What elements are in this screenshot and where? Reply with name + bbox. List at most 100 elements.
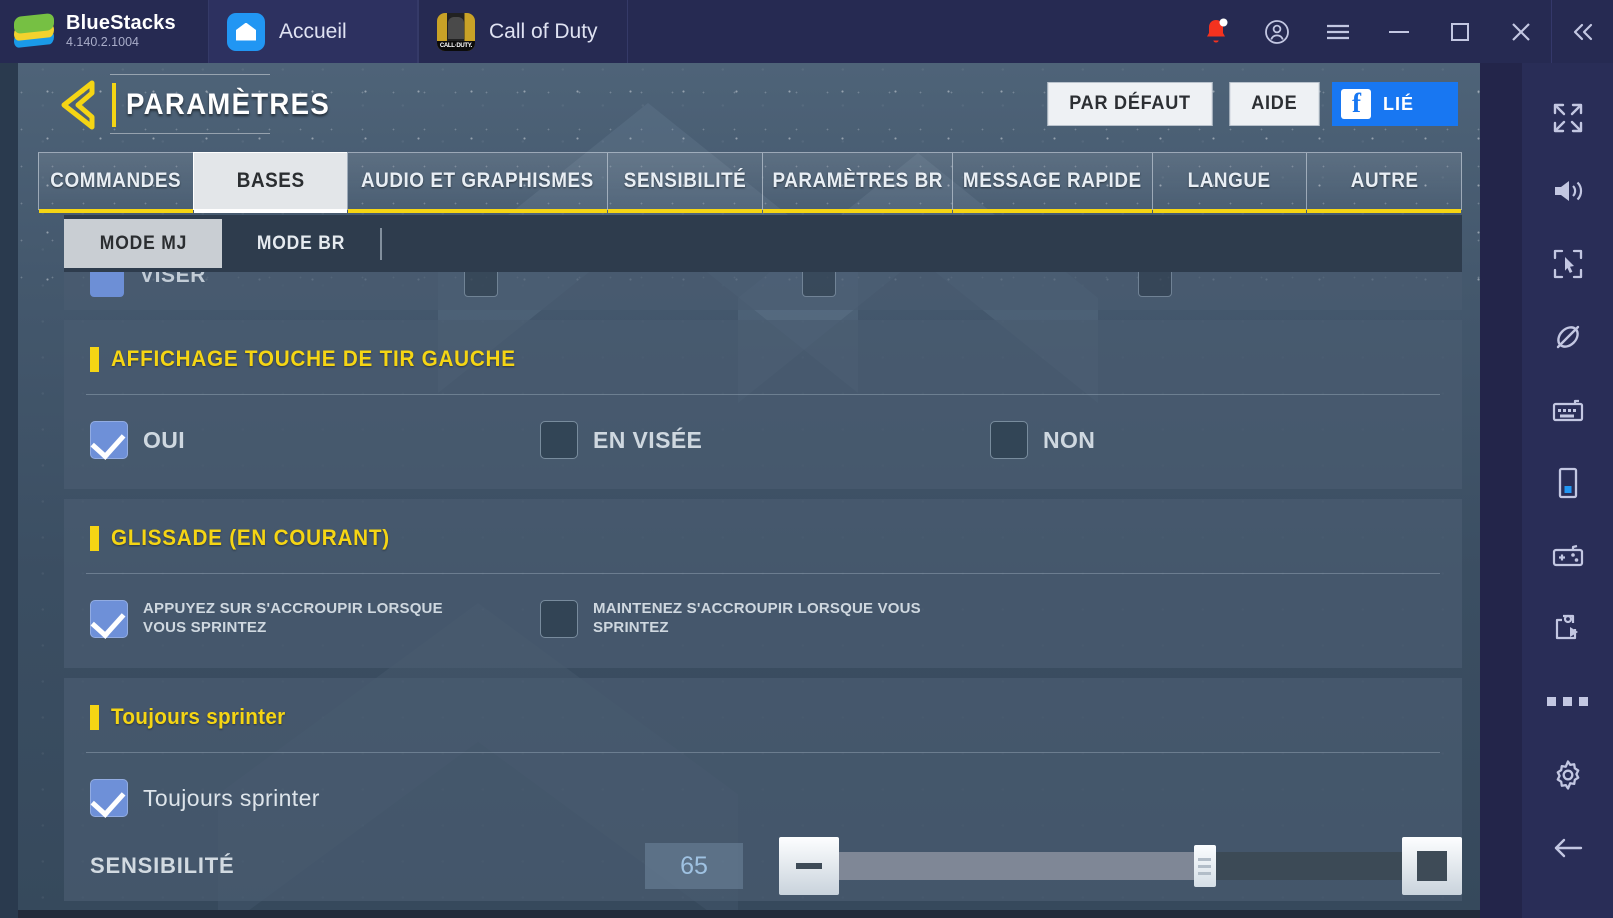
section-options: OUI EN VISÉE NON [64, 395, 1462, 489]
tab-label: COMMANDES [50, 169, 182, 192]
slider-increment-button[interactable] [1402, 837, 1462, 895]
checkbox-viser-option-4[interactable] [1138, 272, 1172, 297]
option-toujours-sprinter[interactable]: Toujours sprinter [64, 779, 514, 817]
media-manager-icon[interactable] [1522, 592, 1613, 665]
option-oui[interactable]: OUI [64, 421, 514, 459]
tab-label: AUTRE [1350, 169, 1419, 192]
back-chevron-icon[interactable] [56, 79, 102, 131]
section-accent-bar [90, 346, 99, 372]
settings-section-viser-partial: VISER [64, 272, 1462, 310]
more-options-icon[interactable] [1522, 665, 1613, 738]
brand-name: BlueStacks [66, 12, 176, 35]
slider-handle[interactable] [1193, 845, 1216, 887]
option-label: MAINTENEZ S'ACCROUPIR LORSQUE VOUS SPRIN… [593, 600, 921, 636]
settings-section-affichage-touche-tir-gauche: AFFICHAGE TOUCHE DE TIR GAUCHE OUI EN VI… [64, 320, 1462, 489]
rotate-lock-icon[interactable] [1522, 300, 1613, 373]
back-arrow-icon[interactable] [1522, 811, 1613, 884]
cursor-capture-icon[interactable] [1522, 227, 1613, 300]
checkbox-appuyez-accroupir[interactable] [90, 600, 128, 638]
checkbox-en-visee[interactable] [540, 421, 578, 459]
subtab-label: MODE MJ [99, 232, 187, 254]
minimize-icon[interactable] [1368, 0, 1429, 63]
window-tab-accueil[interactable]: Accueil [208, 0, 418, 63]
option-label: OUI [143, 426, 186, 453]
notifications-icon[interactable] [1185, 0, 1246, 63]
section-title: Toujours sprinter [111, 704, 286, 729]
fullscreen-icon[interactable] [1522, 81, 1613, 154]
window-tab-label: Accueil [279, 19, 347, 43]
header-buttons: PAR DÉFAUT AIDE LIÉ [1043, 82, 1458, 126]
option-label: EN VISÉE [593, 426, 703, 453]
tab-audio-et-graphismes[interactable]: AUDIO ET GRAPHISMES [347, 152, 608, 213]
checkbox-oui[interactable] [90, 421, 128, 459]
titlebar: BlueStacks 4.140.2.1004 Accueil CALL·DUT… [0, 0, 1613, 63]
viewport-bottom-bar [18, 910, 1480, 918]
tab-label: LANGUE [1188, 169, 1272, 192]
tab-label: PARAMÈTRES BR [772, 169, 943, 192]
gamepad-icon[interactable] [1522, 519, 1613, 592]
bluestacks-brand: BlueStacks 4.140.2.1004 [0, 0, 208, 63]
section-title-group: GLISSADE (EN COURANT) [64, 499, 1462, 573]
tab-label: BASES [236, 169, 305, 192]
brand-version: 4.140.2.1004 [66, 35, 139, 50]
call-of-duty-icon: CALL·DUTY. [437, 12, 475, 51]
section-options: Toujours sprinter [64, 753, 1462, 831]
subtab-mode-mj[interactable]: MODE MJ [64, 219, 222, 268]
section-accent-bar [90, 525, 99, 551]
option-non[interactable]: NON [964, 421, 1414, 459]
option-label: APPUYEZ SUR S'ACCROUPIR LORSQUE VOUS SPR… [143, 600, 443, 636]
tab-langue[interactable]: LANGUE [1151, 152, 1307, 213]
tab-commandes[interactable]: COMMANDES [38, 152, 193, 213]
keyboard-controls-icon[interactable] [1522, 373, 1613, 446]
checkbox-toujours-sprinter[interactable] [90, 779, 128, 817]
section-title: GLISSADE (EN COURANT) [111, 525, 390, 550]
close-icon[interactable] [1490, 0, 1551, 63]
tab-autre[interactable]: AUTRE [1306, 152, 1462, 213]
section-title-group: Toujours sprinter [64, 678, 1462, 752]
tab-message-rapide[interactable]: MESSAGE RAPIDE [952, 152, 1152, 213]
settings-gear-icon[interactable] [1522, 738, 1613, 811]
minus-icon [796, 863, 822, 869]
collapse-sidebar-icon[interactable] [1552, 0, 1613, 63]
option-label: NON [1043, 426, 1096, 453]
viser-row: VISER [64, 272, 1462, 310]
default-button[interactable]: PAR DÉFAUT [1047, 82, 1214, 126]
account-icon[interactable] [1246, 0, 1307, 63]
more-dots [1547, 697, 1588, 706]
bluestacks-window: BlueStacks 4.140.2.1004 Accueil CALL·DUT… [0, 0, 1613, 918]
hamburger-menu-icon[interactable] [1307, 0, 1368, 63]
option-en-visee[interactable]: EN VISÉE [514, 421, 964, 459]
facebook-link-button[interactable]: LIÉ [1332, 82, 1458, 126]
maximize-icon[interactable] [1429, 0, 1490, 63]
settings-header: PARAMÈTRES PAR DÉFAUT AIDE LIÉ [18, 63, 1480, 149]
facebook-link-label: LIÉ [1383, 93, 1415, 114]
checkbox-viser[interactable] [90, 272, 124, 297]
option-label: Toujours sprinter [143, 784, 320, 811]
bluestacks-logo-icon [14, 12, 54, 52]
device-screen-icon[interactable] [1522, 446, 1613, 519]
option-appuyez-accroupir[interactable]: APPUYEZ SUR S'ACCROUPIR LORSQUE VOUS SPR… [64, 600, 514, 638]
window-tab-label: Call of Duty [489, 19, 598, 43]
checkbox-viser-option-3[interactable] [802, 272, 836, 297]
help-button[interactable]: AIDE [1229, 82, 1320, 126]
volume-icon[interactable] [1522, 154, 1613, 227]
tab-bases[interactable]: BASES [192, 152, 348, 213]
viser-label: VISER [140, 272, 207, 287]
checkbox-non[interactable] [990, 421, 1028, 459]
home-icon [227, 12, 265, 51]
sensibilite-slider-row: SENSIBILITÉ 65 [64, 831, 1462, 901]
tab-parametres-br[interactable]: PARAMÈTRES BR [761, 152, 953, 213]
plus-icon [1417, 851, 1447, 881]
section-accent-bar [90, 704, 99, 730]
checkbox-maintenez-accroupir[interactable] [540, 600, 578, 638]
subtab-mode-br[interactable]: MODE BR [222, 215, 380, 272]
checkbox-viser-option-2[interactable] [464, 272, 498, 297]
tab-sensibilite[interactable]: SENSIBILITÉ [607, 152, 762, 213]
slider-track[interactable] [839, 845, 1402, 887]
option-maintenez-accroupir[interactable]: MAINTENEZ S'ACCROUPIR LORSQUE VOUS SPRIN… [514, 600, 964, 638]
settings-content: VISER AFFICHAGE TOUCHE DE TIR GAUCHE OUI… [64, 272, 1462, 918]
titlebar-spacer [628, 0, 1185, 63]
tab-label: AUDIO ET GRAPHISMES [361, 169, 595, 192]
slider-decrement-button[interactable] [779, 837, 839, 895]
window-tab-call-of-duty[interactable]: CALL·DUTY. Call of Duty [418, 0, 628, 63]
